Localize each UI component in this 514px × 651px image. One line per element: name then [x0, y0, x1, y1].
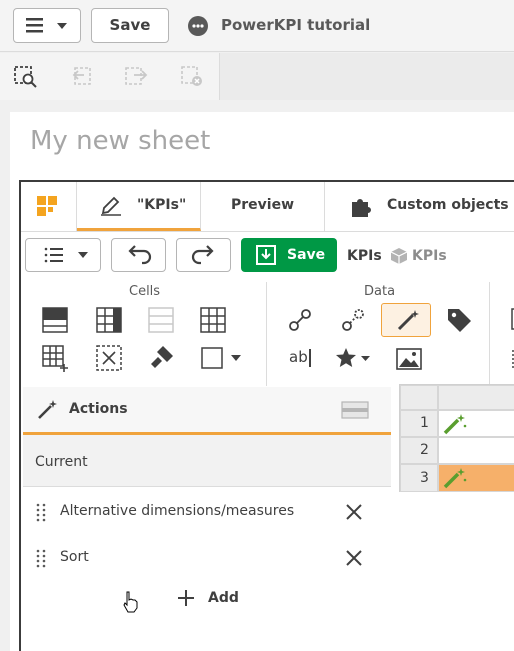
- data-group-label: Data: [364, 284, 396, 299]
- magic-wand-icon: [38, 400, 57, 419]
- text-field-icon[interactable]: ab: [289, 348, 311, 367]
- chevron-down-icon: [78, 252, 88, 258]
- chevron-down-icon: [57, 23, 67, 29]
- image-icon[interactable]: [395, 346, 423, 374]
- close-icon[interactable]: [344, 502, 364, 522]
- actions-title: Actions: [69, 401, 128, 417]
- close-icon[interactable]: [344, 548, 364, 568]
- format-painter-icon[interactable]: [147, 344, 175, 372]
- unlink-icon[interactable]: [339, 306, 367, 334]
- puzzle-icon: [352, 199, 371, 217]
- ribbon-divider: [266, 282, 267, 386]
- kpi-grid: 1 2 3: [399, 384, 514, 492]
- drag-handle-icon[interactable]: [35, 548, 49, 568]
- breadcrumb-parent[interactable]: KPIs: [347, 248, 382, 264]
- selections-bar-empty: [220, 53, 514, 100]
- action-label: Sort: [60, 549, 89, 565]
- tab-preview[interactable]: Preview: [201, 182, 325, 231]
- save-button[interactable]: Save: [91, 8, 169, 43]
- tab-custom-objects[interactable]: Custom objects: [325, 182, 514, 231]
- border-style-icon[interactable]: [201, 346, 247, 372]
- smart-select-icon[interactable]: [13, 65, 39, 89]
- main-menu-button[interactable]: [13, 8, 81, 43]
- cube-icon: [390, 248, 408, 264]
- save-kpis-label: Save: [287, 247, 326, 263]
- grid-row-header[interactable]: [400, 410, 438, 437]
- selections-toolbar: [0, 53, 514, 100]
- clear-selections-icon[interactable]: [180, 65, 206, 89]
- redo-button[interactable]: [176, 238, 231, 272]
- grid-row-header[interactable]: [400, 437, 438, 464]
- list-view-button[interactable]: [25, 238, 101, 272]
- top-toolbar: Save PowerKPI tutorial: [0, 0, 514, 52]
- delete-cells-icon[interactable]: [95, 344, 123, 372]
- back-icon[interactable]: [70, 65, 96, 89]
- cells-group-label: Cells: [129, 284, 161, 299]
- collapse-panel-icon[interactable]: [341, 401, 369, 421]
- app-title[interactable]: PowerKPI tutorial: [221, 16, 370, 34]
- insert-column-right-icon[interactable]: [95, 306, 123, 334]
- pencil-icon: [101, 196, 121, 216]
- action-label: Alternative dimensions/measures: [60, 503, 295, 519]
- app-icon: [188, 16, 208, 36]
- undo-button[interactable]: [111, 238, 166, 272]
- link-icon[interactable]: [286, 306, 314, 334]
- grid-column-header[interactable]: [438, 385, 514, 410]
- breadcrumb-current: KPIs: [412, 248, 447, 264]
- undo-icon: [128, 245, 152, 265]
- selections-tools: [0, 53, 220, 100]
- save-download-icon: [256, 245, 276, 265]
- grid-row-header[interactable]: [400, 464, 438, 492]
- hand-cursor-icon: [123, 591, 138, 613]
- tab-home[interactable]: [21, 182, 77, 231]
- tab-kpis-label: "KPIs": [137, 197, 187, 213]
- table-grid-icon[interactable]: [199, 306, 227, 334]
- add-table-icon[interactable]: [41, 344, 69, 372]
- grid-cell[interactable]: [438, 437, 514, 464]
- qlik-grid-icon: [37, 196, 57, 216]
- add-action-label: Add: [208, 590, 239, 606]
- magic-wand-icon: [397, 310, 419, 331]
- editor-dialog: "KPIs" Preview Custom objects Save KPIs …: [19, 180, 514, 651]
- grid-corner: [400, 385, 438, 410]
- tab-kpis[interactable]: "KPIs": [77, 182, 201, 231]
- save-kpis-button[interactable]: Save: [241, 238, 337, 272]
- magic-wand-icon: [443, 414, 467, 435]
- row-number: 3: [420, 470, 429, 486]
- insert-row-above-icon[interactable]: [41, 306, 69, 334]
- redo-icon: [191, 245, 214, 265]
- ribbon-divider: [489, 282, 490, 386]
- forward-icon[interactable]: [124, 65, 150, 89]
- editor-tabs: "KPIs" Preview Custom objects: [21, 182, 514, 232]
- star-dropdown-icon[interactable]: [335, 346, 375, 372]
- tab-custom-objects-label: Custom objects: [387, 197, 509, 213]
- drag-handle-icon[interactable]: [35, 502, 49, 522]
- list-icon: [44, 247, 88, 263]
- row-number: 1: [420, 415, 429, 431]
- current-label: Current: [35, 454, 88, 470]
- magic-wand-icon: [443, 468, 467, 489]
- sheet-title[interactable]: My new sheet: [30, 126, 210, 156]
- hamburger-icon: [26, 18, 67, 33]
- merge-cells-icon: [148, 307, 174, 333]
- plus-icon: [178, 590, 194, 606]
- row-number: 2: [420, 442, 429, 458]
- tag-icon[interactable]: [445, 306, 473, 334]
- magic-wand-button-active[interactable]: [381, 303, 431, 337]
